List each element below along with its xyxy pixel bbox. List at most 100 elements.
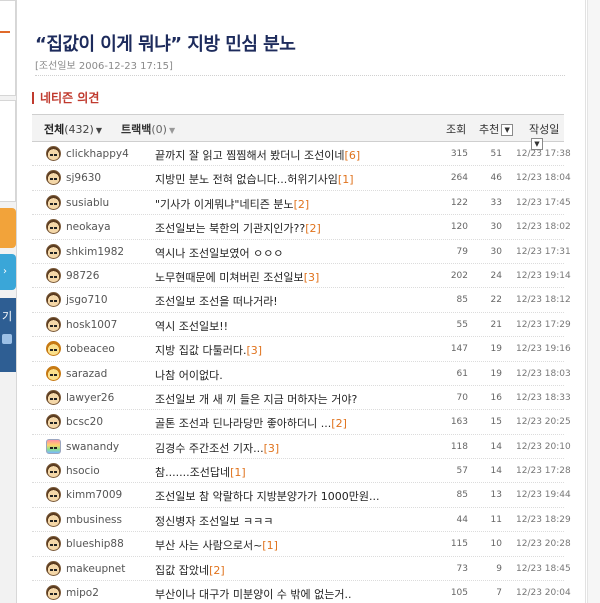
- avatar-eye: [50, 544, 53, 547]
- commenter-nickname[interactable]: bcsc20: [66, 416, 103, 428]
- commenter-nickname[interactable]: hosk1007: [66, 319, 117, 331]
- comment-subject-link[interactable]: 부산이나 대구가 미분양이 수 밖에 없는거..: [155, 586, 352, 602]
- sort-dropdown-icon[interactable]: ▼: [501, 124, 514, 136]
- view-count: 44: [456, 514, 468, 525]
- avatar-eye: [50, 154, 53, 156]
- comment-subject-link[interactable]: 역시나 조선일보였어 ㅇㅇㅇ: [155, 245, 283, 261]
- commenter-nickname[interactable]: tobeaceo: [66, 343, 115, 355]
- comment-subject-link[interactable]: 노무현때문에 미쳐버린 조선일보[3]: [155, 269, 319, 285]
- comment-subject-link[interactable]: 부산 사는 사람으로서~[1]: [155, 537, 278, 553]
- avatar-eye: [50, 397, 53, 400]
- comment-subject-link[interactable]: 나참 어이없다.: [155, 367, 223, 383]
- comment-subject-text: 지방 집값 다툴러다.: [155, 344, 247, 358]
- comment-row[interactable]: clickhappy4 끝까지 잘 읽고 찜찜해서 봤더니 조선이네[6] 315 5…: [32, 142, 571, 167]
- comment-row[interactable]: makeupnet 집값 잡았네[2] 73 9 12/23 18:45: [32, 557, 571, 582]
- comment-row[interactable]: mipo2 부산이나 대구가 미분양이 수 밖에 없는거.. 105 7 12/23 2…: [32, 581, 571, 603]
- comments-list: clickhappy4 끝까지 잘 읽고 찜찜해서 봤더니 조선이네[6] 315 5…: [32, 142, 571, 603]
- reply-count: [2]: [331, 417, 347, 431]
- comment-subject-link[interactable]: 김경수 주간조선 기자...[3]: [155, 440, 279, 456]
- avatar-eye: [50, 373, 53, 376]
- avatar-eye: [54, 397, 57, 400]
- comment-row[interactable]: blueship88 부산 사는 사람으로서~[1] 115 10 12/23 20:2…: [32, 532, 571, 557]
- navy-tab-label: 기: [2, 310, 13, 323]
- view-count: 57: [456, 466, 468, 477]
- tab-all[interactable]: 전체(432) ▼: [44, 121, 102, 137]
- avatar-eye: [50, 300, 53, 303]
- commenter-nickname[interactable]: blueship88: [66, 538, 124, 550]
- comment-row[interactable]: hsocio 참.......조선답네[1] 57 14 12/23 17:28: [32, 459, 571, 484]
- comment-row[interactable]: tobeaceo 지방 집값 다툴러다.[3] 147 19 12/23 19:16: [32, 337, 571, 362]
- orange-tab[interactable]: [0, 208, 16, 248]
- commenter-nickname[interactable]: sj9630: [66, 172, 101, 184]
- view-count: 85: [456, 490, 468, 501]
- navy-tab[interactable]: 기: [0, 298, 16, 372]
- commenter-nickname[interactable]: makeupnet: [66, 563, 125, 575]
- comment-row[interactable]: mbusiness 정신병자 조선일보 ㅋㅋㅋ 44 11 12/23 18:29: [32, 508, 571, 533]
- commenter-nickname[interactable]: swanandy: [66, 441, 119, 453]
- commenter-nickname[interactable]: mipo2: [66, 587, 99, 599]
- neighbor-accent: [0, 31, 10, 33]
- comment-row[interactable]: swanandy 김경수 주간조선 기자...[3] 118 14 12/23 20:1…: [32, 435, 571, 460]
- recommend-count: 22: [490, 295, 502, 306]
- user-avatar-icon: [46, 243, 61, 259]
- comment-row[interactable]: shkim1982 역시나 조선일보였어 ㅇㅇㅇ 79 30 12/23 17:31: [32, 240, 571, 264]
- column-views: 조회: [446, 123, 467, 136]
- comment-subject-link[interactable]: 정신병자 조선일보 ㅋㅋㅋ: [155, 513, 273, 529]
- tab-trackback[interactable]: 트랙백(0) ▼: [121, 121, 175, 137]
- commenter-nickname[interactable]: mbusiness: [66, 514, 122, 526]
- commenter-nickname[interactable]: hsocio: [66, 465, 100, 477]
- comment-row[interactable]: hosk1007 역시 조선일보!! 55 21 12/23 17:29: [32, 313, 571, 338]
- comment-row[interactable]: 98726 노무현때문에 미쳐버린 조선일보[3] 202 24 12/23 19:14: [32, 264, 571, 289]
- commenter-nickname[interactable]: jsgo710: [66, 294, 108, 306]
- avatar-eye: [54, 349, 57, 352]
- commenter-nickname[interactable]: shkim1982: [66, 246, 124, 258]
- comment-row[interactable]: sarazad 나참 어이없다. 61 19 12/23 18:03: [32, 362, 571, 386]
- commenter-nickname[interactable]: neokaya: [66, 221, 111, 233]
- comment-row[interactable]: neokaya 조선일보는 북한의 기관지인가??[2] 120 30 12/23 18…: [32, 215, 571, 240]
- comment-date: 12/23 17:38: [516, 149, 571, 159]
- comment-row[interactable]: bcsc20 골톤 조선과 딘나라당만 좋아하더니 ...[2] 163 15 12/2…: [32, 410, 571, 435]
- commenter-nickname[interactable]: 98726: [66, 270, 99, 282]
- commenter-nickname[interactable]: kimm7009: [66, 489, 122, 501]
- comment-subject-link[interactable]: 지방 집값 다툴러다.[3]: [155, 342, 262, 358]
- comment-row[interactable]: susiablu "기사가 이게뭐냐"네티즌 분노[2] 122 33 12/23 17…: [32, 191, 571, 216]
- comment-subject-link[interactable]: 조선일보 참 악랄하다 지방분양가가 1000만원...: [155, 488, 380, 504]
- recommend-count: 14: [490, 441, 502, 452]
- reply-count: [6]: [344, 149, 361, 162]
- comment-subject-link[interactable]: "기사가 이게뭐냐"네티즌 분노[2]: [155, 196, 309, 212]
- avatar-eye: [54, 471, 57, 474]
- commenter-nickname[interactable]: susiablu: [66, 197, 109, 209]
- comment-subject-link[interactable]: 골톤 조선과 딘나라당만 좋아하더니 ...[2]: [155, 415, 347, 431]
- comment-subject-link[interactable]: 조선일보는 북한의 기관지인가??[2]: [155, 220, 321, 236]
- user-avatar-icon: [46, 560, 61, 576]
- column-recommend[interactable]: 추천 ▼: [479, 121, 514, 137]
- comment-subject-text: 역시나 조선일보였어 ㅇㅇㅇ: [155, 246, 284, 260]
- blue-tab[interactable]: ›: [0, 254, 16, 290]
- comment-subject-link[interactable]: 지방민 분노 전혀 없습니다...허위기사임[1]: [155, 171, 354, 187]
- vertical-scrollbar[interactable]: [587, 0, 600, 603]
- comment-subject-link[interactable]: 조선일보 조선을 떠나거라!: [155, 293, 278, 309]
- recommend-count: 46: [490, 173, 502, 184]
- comment-subject-link[interactable]: 역시 조선일보!!: [155, 318, 228, 334]
- user-avatar-icon: [46, 365, 61, 381]
- avatar-eye: [50, 275, 53, 278]
- comment-subject-link[interactable]: 참.......조선답네[1]: [155, 464, 246, 480]
- comment-row[interactable]: kimm7009 조선일보 참 악랄하다 지방분양가가 1000만원... 85 13…: [32, 483, 571, 508]
- commenter-nickname[interactable]: sarazad: [66, 368, 107, 380]
- view-count: 122: [450, 197, 468, 208]
- view-count: 147: [450, 344, 468, 355]
- comment-row[interactable]: lawyer26 조선일보 개 새 끼 들은 지금 머하자는 거야? 70 16 12/…: [32, 386, 571, 411]
- comment-subject-link[interactable]: 조선일보 개 새 끼 들은 지금 머하자는 거야?: [155, 391, 357, 407]
- user-avatar-icon: [46, 511, 61, 527]
- commenter-nickname[interactable]: lawyer26: [66, 392, 114, 404]
- comment-subject-link[interactable]: 끝까지 잘 읽고 찜찜해서 봤더니 조선이네[6]: [155, 147, 360, 163]
- comment-row[interactable]: jsgo710 조선일보 조선을 떠나거라! 85 22 12/23 18:12: [32, 288, 571, 313]
- view-count: 73: [456, 563, 468, 574]
- view-count: 55: [456, 319, 468, 330]
- comment-row[interactable]: sj9630 지방민 분노 전혀 없습니다...허위기사임[1] 264 46 12/2…: [32, 166, 571, 191]
- commenter-nickname[interactable]: clickhappy4: [66, 148, 129, 160]
- avatar-eye: [54, 544, 57, 547]
- comment-subject-text: 정신병자 조선일보 ㅋㅋㅋ: [155, 514, 274, 528]
- avatar-eye: [50, 495, 53, 498]
- comment-subject-link[interactable]: 집값 잡았네[2]: [155, 562, 225, 578]
